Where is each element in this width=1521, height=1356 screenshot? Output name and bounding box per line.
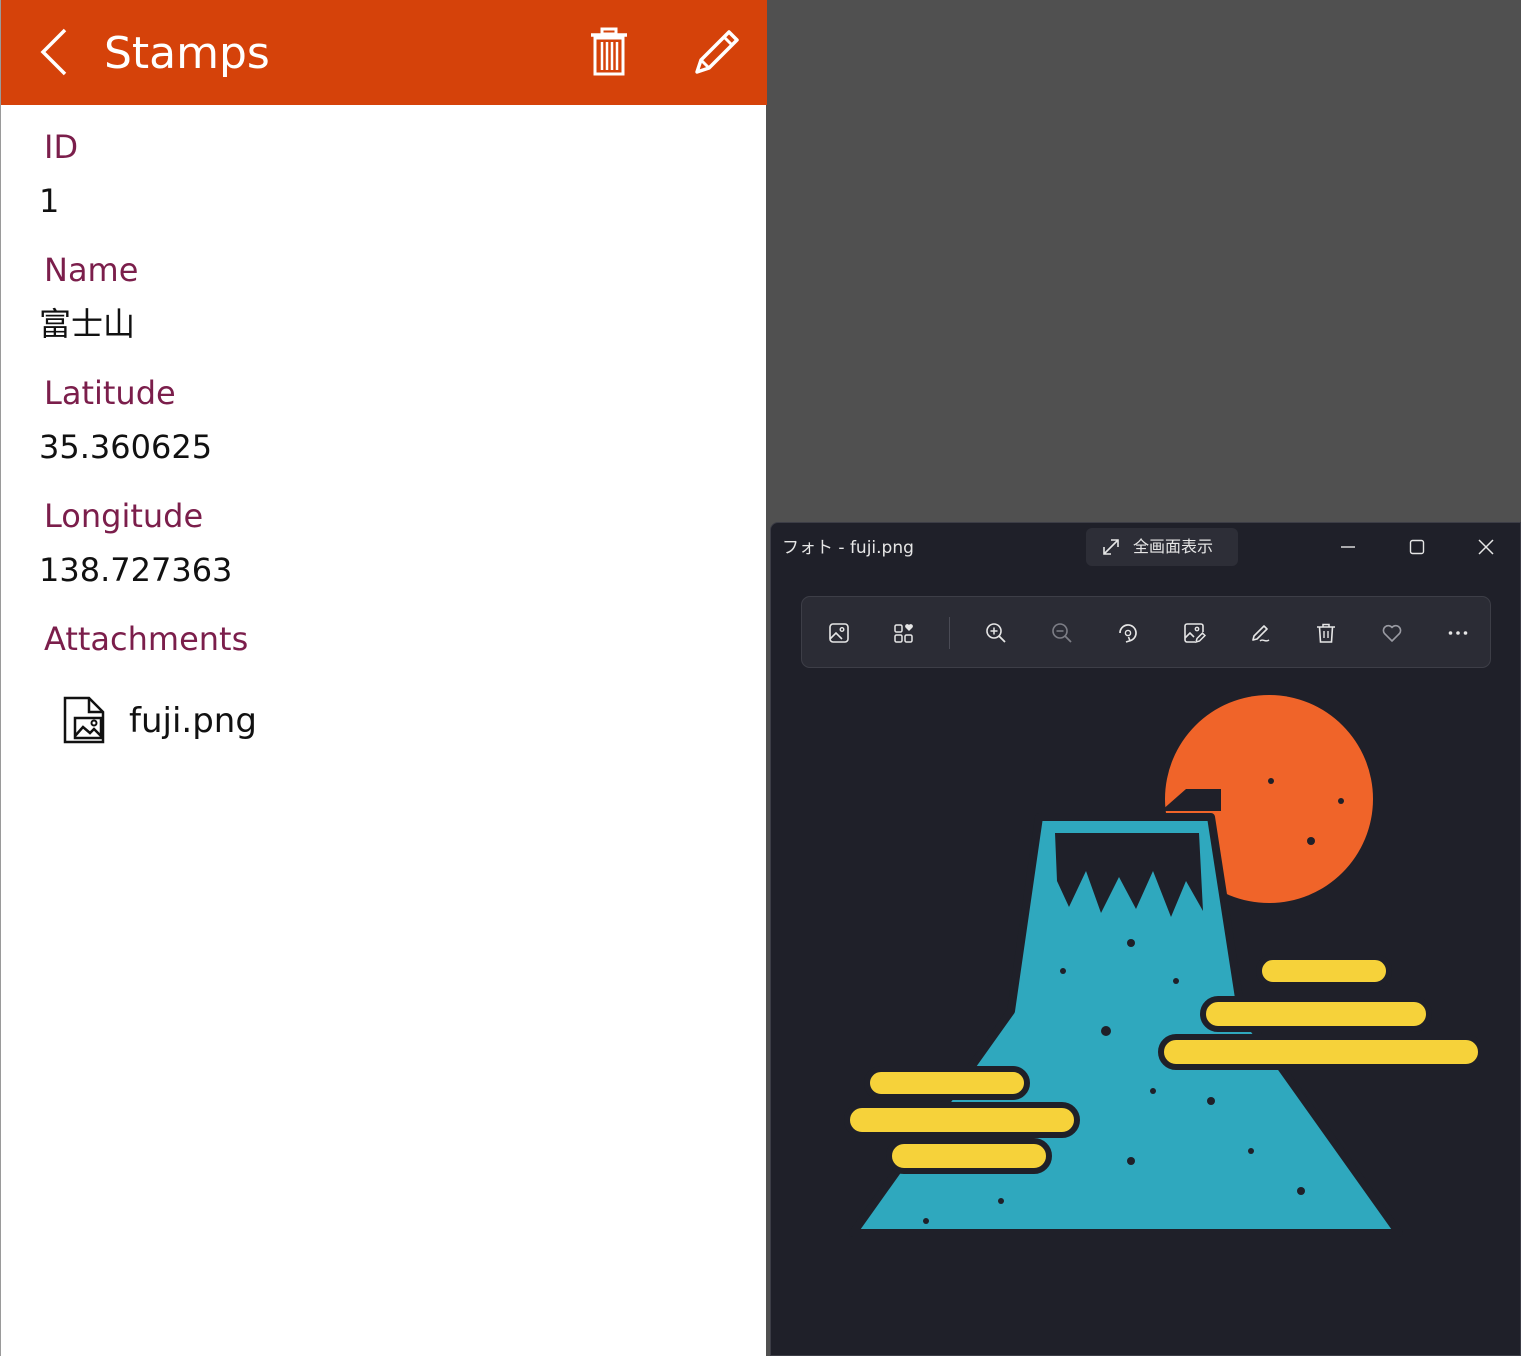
trash-icon <box>591 27 627 76</box>
favorite-icon <box>1382 624 1402 642</box>
collection-button[interactable] <box>882 611 926 655</box>
rotate-button[interactable] <box>1106 611 1150 655</box>
zoom-in-icon <box>986 623 1006 643</box>
markup-icon <box>1252 625 1270 642</box>
page-title: Stamps <box>104 28 270 79</box>
attachment-item[interactable]: fuji.png <box>61 696 361 748</box>
view-image-icon <box>829 623 849 643</box>
longitude-label: Longitude <box>44 497 204 535</box>
close-button[interactable] <box>1453 523 1517 569</box>
fullscreen-button[interactable]: 全画面表示 <box>1086 528 1238 566</box>
back-button[interactable] <box>33 24 77 82</box>
name-value: 富士山 <box>39 305 136 343</box>
displayed-image <box>844 695 1481 1237</box>
rotate-icon <box>1119 624 1137 643</box>
back-chevron-icon <box>40 28 67 76</box>
expand-icon <box>1103 539 1119 555</box>
attachments-label: Attachments <box>44 620 249 658</box>
minimize-icon <box>1341 546 1355 548</box>
edit-image-button[interactable] <box>1172 611 1216 655</box>
maximize-icon <box>1409 539 1425 555</box>
delete-button[interactable] <box>585 26 633 80</box>
more-options-button[interactable] <box>1436 611 1480 655</box>
id-value: 1 <box>39 182 60 220</box>
image-file-icon <box>63 696 105 744</box>
edit-button[interactable] <box>689 26 743 80</box>
latitude-label: Latitude <box>44 374 176 412</box>
attachment-name: fuji.png <box>129 701 257 741</box>
maximize-button[interactable] <box>1384 523 1448 569</box>
zoom-out-button[interactable] <box>1040 611 1084 655</box>
app-header: Stamps <box>1 0 767 105</box>
toolbar-divider <box>949 617 950 649</box>
view-image-button[interactable] <box>817 611 861 655</box>
photos-viewer-window: フォト - fuji.png 全画面表示 <box>770 522 1521 1356</box>
latitude-value: 35.360625 <box>39 428 213 466</box>
more-icon <box>1448 631 1468 635</box>
stamp-detail-screen: Stamps ID 1 Name 富士山 Latitude 35.360625 … <box>0 0 767 1356</box>
pencil-icon <box>695 30 739 74</box>
delete-photo-button[interactable] <box>1304 611 1348 655</box>
title-bar[interactable]: フォト - fuji.png 全画面表示 <box>771 523 1520 573</box>
zoom-in-button[interactable] <box>974 611 1018 655</box>
id-label: ID <box>44 128 79 166</box>
fullscreen-label: 全画面表示 <box>1133 537 1214 556</box>
longitude-value: 138.727363 <box>39 551 233 589</box>
edit-image-icon <box>1184 623 1206 644</box>
minimize-button[interactable] <box>1315 523 1379 569</box>
favorite-button[interactable] <box>1370 611 1414 655</box>
window-title: フォト - fuji.png <box>782 538 914 558</box>
collection-icon <box>894 624 913 643</box>
photos-toolbar <box>801 596 1491 668</box>
markup-button[interactable] <box>1238 611 1282 655</box>
zoom-out-icon <box>1052 623 1072 643</box>
delete-icon <box>1317 623 1335 643</box>
name-label: Name <box>44 251 139 289</box>
close-icon <box>1478 539 1494 555</box>
